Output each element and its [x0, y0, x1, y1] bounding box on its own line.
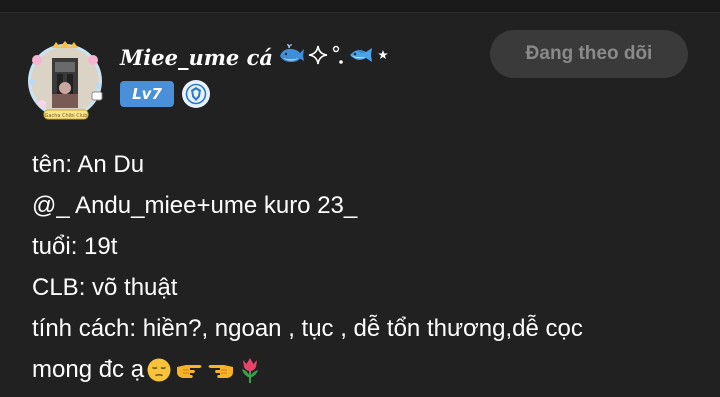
bio-text: tính cách: hiền?, ngoan , tục , dễ tổn t…: [32, 315, 583, 342]
top-divider: [0, 0, 720, 13]
pensive-face-icon: [146, 357, 172, 383]
bio-line-handle: @_ Andu_miee+ume kuro 23_: [32, 185, 702, 226]
pointing-right-icon: [174, 357, 204, 383]
bio-line-closing: mong đc ạ: [32, 349, 702, 390]
whale-icon: [277, 44, 305, 70]
bio-emoji-row: [146, 356, 262, 384]
star-icon: [377, 44, 389, 70]
shield-icon[interactable]: [182, 80, 210, 108]
level-badge[interactable]: Lv7: [120, 81, 174, 107]
username-row: Miee_ume cá: [120, 40, 389, 74]
username[interactable]: Miee_ume cá: [120, 45, 273, 70]
bio-text: mong đc ạ: [32, 356, 145, 383]
bio-text: tuổi: 19t: [32, 233, 118, 260]
bio-line-age: tuổi: 19t: [32, 226, 702, 267]
bio: tên: An Du @_ Andu_miee+ume kuro 23_ tuổ…: [32, 144, 702, 390]
avatar[interactable]: Gacha Chibi Club: [22, 38, 108, 124]
sparkle-icon: [307, 44, 329, 70]
bio-text: tên: An Du: [32, 151, 145, 178]
bio-line-name: tên: An Du: [32, 144, 702, 185]
bio-text: @_ Andu_miee+ume kuro 23_: [32, 192, 358, 219]
tulip-icon: [238, 356, 262, 384]
bio-text: CLB: võ thuật: [32, 274, 178, 301]
fish-icon: [347, 44, 375, 70]
degree-icon: [331, 44, 345, 70]
bio-line-personality: tính cách: hiền?, ngoan , tục , dễ tổn t…: [32, 308, 702, 349]
pointing-left-icon: [206, 357, 236, 383]
avatar-caption: Gacha Chibi Club: [45, 113, 88, 119]
username-decorations: [277, 44, 389, 70]
following-button[interactable]: Đang theo dõi: [490, 30, 688, 78]
profile-card: Gacha Chibi Club Miee_ume cá Lv7 Đang th…: [0, 0, 720, 397]
avatar-frame-icon: Gacha Chibi Club: [28, 41, 103, 120]
bio-line-club: CLB: võ thuật: [32, 267, 702, 308]
user-badges: Lv7: [120, 80, 210, 108]
